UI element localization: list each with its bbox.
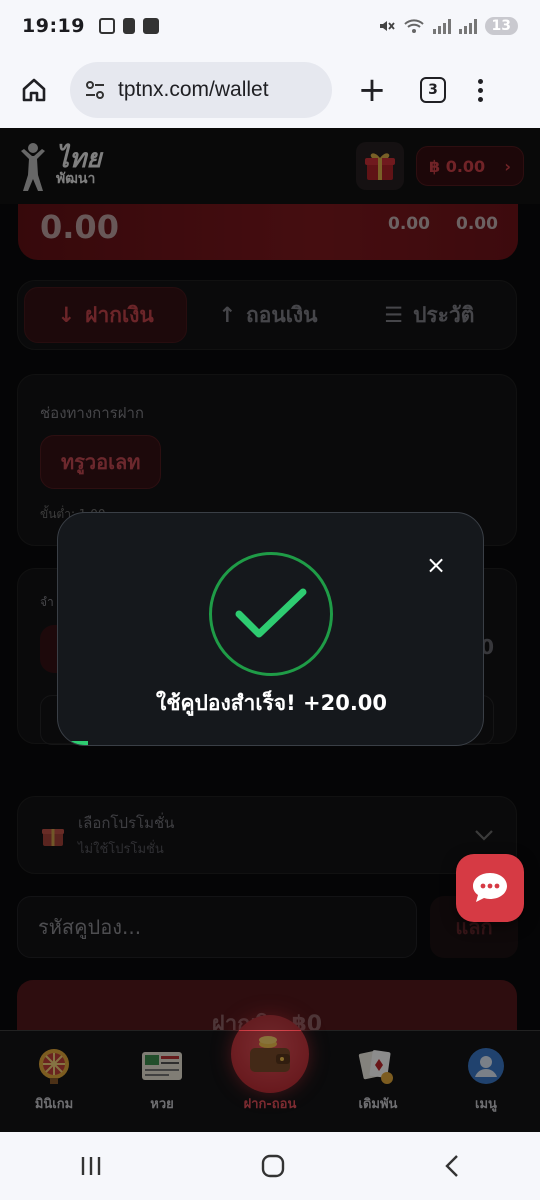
nav-label-lottery: หวย: [150, 1097, 174, 1112]
status-time: 19:19: [22, 15, 85, 37]
cards-icon: [357, 1045, 399, 1087]
nav-item-minigame[interactable]: มินิเกม: [0, 1031, 108, 1132]
recent-apps-button[interactable]: [79, 1155, 103, 1177]
screenshot-icon: [98, 18, 115, 34]
success-message: ใช้คูปองสำเร็จ! +20.00: [155, 691, 388, 715]
mute-icon: [379, 21, 395, 31]
status-left-icons: [98, 18, 159, 34]
new-tab-button[interactable]: +: [354, 70, 390, 110]
nav-item-betting[interactable]: เดิมพัน: [324, 1031, 432, 1132]
signal-icon: [432, 18, 451, 34]
nav-item-menu[interactable]: เมนู: [432, 1031, 540, 1132]
auto-close-progress-bar: [58, 741, 88, 745]
nav-item-deposit-withdraw[interactable]: ฝาก-ถอน: [216, 1015, 324, 1132]
alert-icon: [122, 18, 135, 34]
site-settings-icon[interactable]: [84, 79, 106, 101]
coupon-success-dialog: × ใช้คูปองสำเร็จ! +20.00: [57, 512, 484, 746]
android-navigation-bar: [0, 1132, 540, 1200]
signal-icon-2: [458, 18, 477, 34]
more-options-button[interactable]: [478, 78, 483, 102]
success-circle: [209, 552, 333, 676]
nav-item-lottery[interactable]: หวย: [108, 1031, 216, 1132]
home-icon: [22, 78, 46, 102]
back-button[interactable]: [443, 1153, 461, 1179]
close-button[interactable]: ×: [424, 551, 448, 579]
url-text: tptnx.com/wallet: [118, 78, 269, 101]
home-button[interactable]: [16, 72, 52, 108]
chat-bubble-icon: [473, 873, 507, 902]
wheel-icon: [33, 1045, 75, 1087]
bottom-navigation: มินิเกม หวย ฝาก-ถอน เดิมพัน เมนู: [0, 1015, 540, 1132]
check-box-icon: [142, 18, 159, 34]
close-icon: ×: [425, 551, 447, 579]
nav-label-betting: เดิมพัน: [358, 1097, 398, 1112]
lottery-ticket-icon: [141, 1045, 183, 1087]
tab-switcher-button[interactable]: 3: [420, 77, 446, 103]
nav-label-menu: เมนู: [475, 1097, 497, 1112]
status-bar: 19:19 13: [0, 0, 540, 52]
nav-label-deposit-withdraw: ฝาก-ถอน: [243, 1097, 297, 1112]
check-icon: [235, 588, 307, 638]
url-bar[interactable]: tptnx.com/wallet: [70, 62, 332, 118]
user-icon: [465, 1045, 507, 1087]
chat-support-button[interactable]: [456, 854, 524, 922]
nav-label-minigame: มินิเกม: [34, 1097, 74, 1112]
notification-count-badge: 13: [484, 17, 518, 35]
home-nav-button[interactable]: [260, 1153, 286, 1179]
wifi-icon: [403, 19, 424, 33]
browser-toolbar: tptnx.com/wallet + 3: [0, 52, 540, 128]
